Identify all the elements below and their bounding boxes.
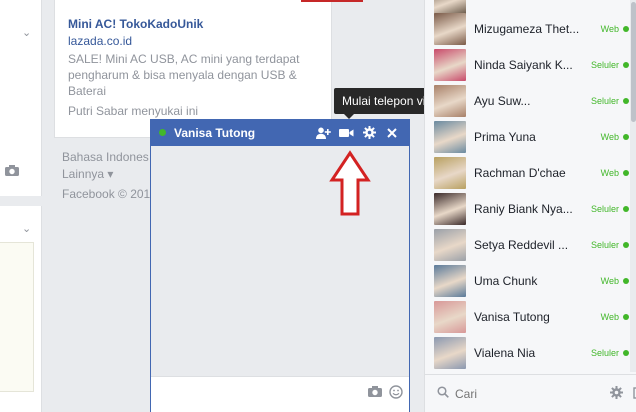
avatar [434, 121, 466, 153]
ad-title[interactable]: Mini AC! TokoKadoUnik [68, 17, 203, 31]
contact-name: Prima Yuna [474, 130, 536, 144]
contact-status: Web [600, 312, 619, 322]
avatar [434, 49, 466, 81]
sidebar-contact[interactable]: Prima Yuna Web [425, 119, 629, 155]
online-indicator [623, 350, 629, 356]
avatar [434, 337, 466, 369]
contact-status: Seluler [590, 240, 619, 250]
sponsored-ad-card[interactable]: Mini AC! TokoKadoUnik lazada.co.id SALE!… [54, 0, 363, 138]
sidebar-contact[interactable]: Vanisa Tutong Web [425, 299, 629, 335]
chat-header[interactable]: Vanisa Tutong [151, 119, 409, 146]
contact-name: Ayu Suw... [474, 94, 531, 108]
avatar [434, 301, 466, 333]
online-indicator [623, 98, 629, 104]
contact-status: Web [600, 276, 619, 286]
contact-name: Setya Reddevil ... [474, 238, 569, 252]
contact-status: Seluler [590, 348, 619, 358]
online-indicator [623, 314, 629, 320]
footer-more-link[interactable]: Lainnya ▾ [62, 167, 113, 181]
sidebar-scrollbar[interactable] [630, 0, 636, 372]
video-call-icon[interactable] [335, 123, 357, 143]
left-inner-panel [0, 242, 34, 392]
contact-name: Vialena Nia [474, 346, 536, 360]
chat-input-bar[interactable] [151, 376, 409, 412]
footer-copyright: Facebook © 201 [62, 187, 151, 201]
online-indicator [623, 206, 629, 212]
online-indicator [623, 242, 629, 248]
ad-image-edge [301, 0, 363, 2]
avatar [434, 157, 466, 189]
search-input[interactable] [455, 386, 610, 401]
search-icon [437, 386, 449, 401]
contact-name: Mizugameza Thet... [474, 22, 580, 36]
contact-name: Ninda Saiyank K... [474, 58, 573, 72]
contact-status: Web [600, 132, 619, 142]
emoji-icon[interactable] [389, 385, 403, 402]
contact-status: Seluler [590, 204, 619, 214]
camera-icon[interactable] [367, 385, 383, 402]
chat-contact-name[interactable]: Vanisa Tutong [174, 126, 311, 140]
online-indicator [623, 62, 629, 68]
contact-status: Web [600, 24, 619, 34]
online-indicator [623, 26, 629, 32]
close-icon[interactable] [381, 123, 403, 143]
left-feed-card: ⌄ [0, 0, 42, 196]
online-indicator [623, 134, 629, 140]
ad-domain[interactable]: lazada.co.id [68, 34, 132, 48]
sidebar-contact[interactable]: Mizugameza Thet... Web [425, 11, 629, 47]
contact-name: Raniy Biank Nya... [474, 202, 573, 216]
avatar [434, 229, 466, 261]
gear-icon[interactable] [610, 385, 623, 402]
contact-status: Seluler [590, 60, 619, 70]
ad-description: SALE! Mini AC USB, AC mini yang terdapat… [68, 52, 300, 98]
red-arrow-annotation [329, 150, 371, 216]
contact-name: Rachman D'chae [474, 166, 566, 180]
avatar [434, 265, 466, 297]
footer-language-link[interactable]: Bahasa Indones [62, 150, 149, 164]
add-friend-icon[interactable] [312, 123, 334, 143]
sidebar-contact[interactable]: Ayu Suw... Seluler [425, 83, 629, 119]
chat-sidebar: Mizugameza Thet... Web Ninda Saiyank K... S… [424, 0, 636, 412]
contact-status: Seluler [590, 96, 619, 106]
sidebar-contact[interactable]: Setya Reddevil ... Seluler [425, 227, 629, 263]
sidebar-contact[interactable]: Rachman D'chae Web [425, 155, 629, 191]
sidebar-contact[interactable]: Ninda Saiyank K... Seluler [425, 47, 629, 83]
ad-liked-by[interactable]: Putri Sabar menyukai ini [68, 104, 198, 118]
avatar [434, 85, 466, 117]
sidebar-contact[interactable]: Raniy Biank Nya... Seluler [425, 191, 629, 227]
online-indicator [623, 170, 629, 176]
sidebar-contact[interactable]: Uma Chunk Web [425, 263, 629, 299]
sidebar-search-bar[interactable] [425, 374, 636, 412]
chevron-down-icon[interactable]: ⌄ [22, 26, 31, 39]
gear-icon[interactable] [358, 123, 380, 143]
online-indicator [159, 129, 166, 136]
sidebar-contact[interactable]: Vialena Nia Seluler [425, 335, 629, 371]
contact-name: Uma Chunk [474, 274, 538, 288]
contact-name: Vanisa Tutong [474, 310, 550, 324]
chat-window: Vanisa Tutong [150, 119, 410, 412]
camera-icon[interactable] [4, 164, 20, 180]
chevron-down-icon[interactable]: ⌄ [22, 222, 31, 235]
scrollbar-thumb[interactable] [631, 2, 636, 122]
avatar [434, 13, 466, 45]
avatar [434, 193, 466, 225]
online-indicator [623, 278, 629, 284]
contact-status: Web [600, 168, 619, 178]
